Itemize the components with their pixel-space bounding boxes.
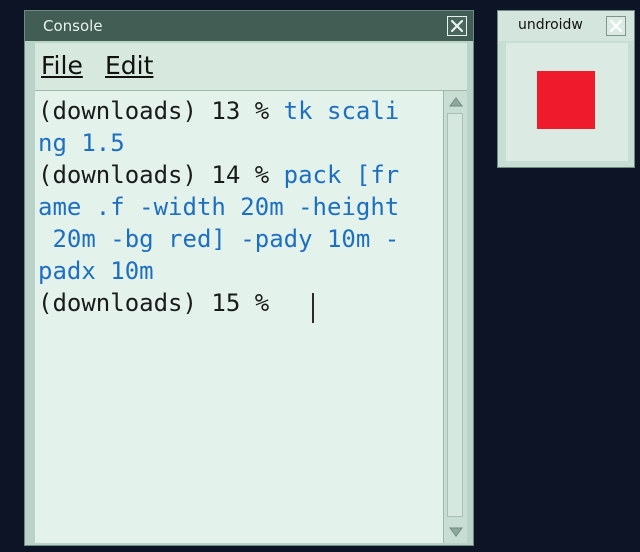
toplevel-body: [506, 43, 628, 161]
arrow-up-icon[interactable]: [448, 95, 464, 109]
toplevel-window: undroidw: [497, 10, 635, 168]
console-line: ng 1.5: [38, 127, 125, 159]
red-frame: [537, 71, 595, 129]
console-line: (downloads) 14 % pack [fr: [38, 159, 399, 191]
console-close-button[interactable]: [447, 16, 467, 36]
close-x-icon: [609, 19, 623, 33]
prompt-text: (downloads) 13 %: [38, 97, 284, 125]
menu-bar: File Edit: [35, 43, 467, 91]
prompt-text: (downloads) 15 %: [38, 289, 284, 317]
console-line: padx 10m: [38, 255, 154, 287]
command-text: pack [fr: [283, 161, 400, 189]
prompt-text: (downloads) 14 %: [38, 161, 284, 189]
toplevel-close-button[interactable]: [606, 16, 626, 36]
arrow-down-icon[interactable]: [448, 525, 464, 539]
console-text-area[interactable]: (downloads) 13 % tk scali ng 1.5 (downlo…: [35, 91, 443, 543]
menu-edit[interactable]: Edit: [105, 51, 153, 80]
menu-file-label: File: [41, 51, 83, 80]
vertical-scrollbar[interactable]: [443, 91, 467, 543]
text-cursor: [312, 293, 314, 323]
console-line: (downloads) 13 % tk scali: [38, 95, 399, 127]
toplevel-titlebar[interactable]: undroidw: [498, 11, 634, 41]
menu-edit-label: Edit: [105, 51, 154, 80]
close-x-icon: [450, 19, 464, 33]
command-text: padx 10m: [38, 257, 154, 285]
command-text: ng 1.5: [38, 129, 125, 157]
console-line: ame .f -width 20m -height: [38, 191, 399, 223]
console-title: Console: [43, 17, 103, 35]
toplevel-title: undroidw: [518, 17, 583, 33]
menu-file[interactable]: File: [41, 51, 83, 80]
console-line: (downloads) 15 %: [38, 287, 284, 319]
console-line: 20m -bg red] -pady 10m -: [38, 223, 399, 255]
scrollbar-thumb[interactable]: [447, 113, 463, 517]
command-text: ame .f -width 20m -height: [38, 193, 400, 221]
command-text: 20m -bg red] -pady 10m -: [38, 225, 400, 253]
console-window: Console File Edit (downloads) 13 % tk sc…: [24, 10, 474, 546]
console-titlebar[interactable]: Console: [25, 11, 473, 41]
command-text: tk scali: [283, 97, 400, 125]
